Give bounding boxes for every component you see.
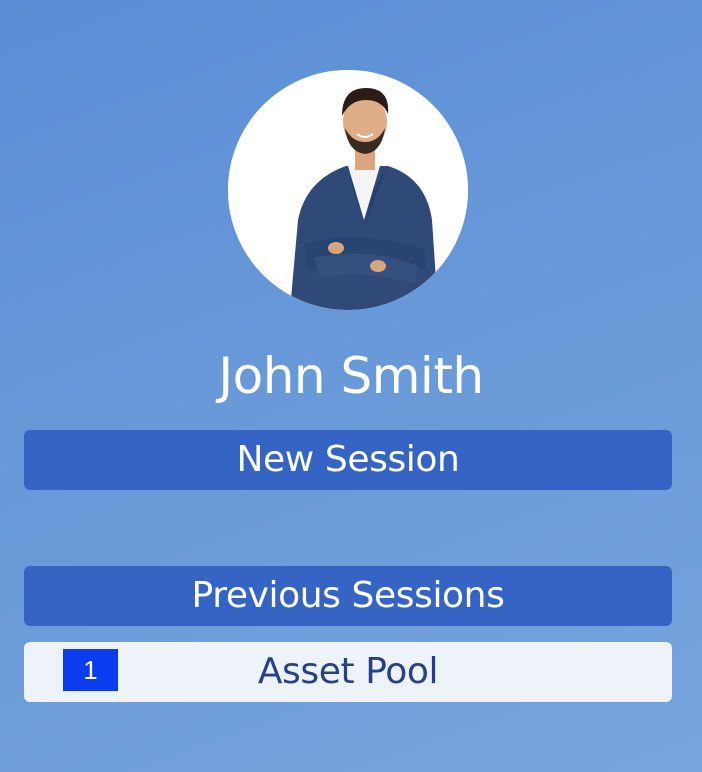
previous-sessions-header: Previous Sessions (24, 566, 672, 626)
user-name: John Smith (218, 347, 484, 405)
session-item[interactable]: 1 Asset Pool (24, 642, 672, 702)
person-avatar-photo-icon (228, 70, 468, 310)
session-title: Asset Pool (257, 651, 439, 692)
new-session-button[interactable]: New Session (24, 430, 672, 490)
session-number-badge: 1 (63, 649, 118, 691)
profile-avatar (228, 70, 468, 310)
